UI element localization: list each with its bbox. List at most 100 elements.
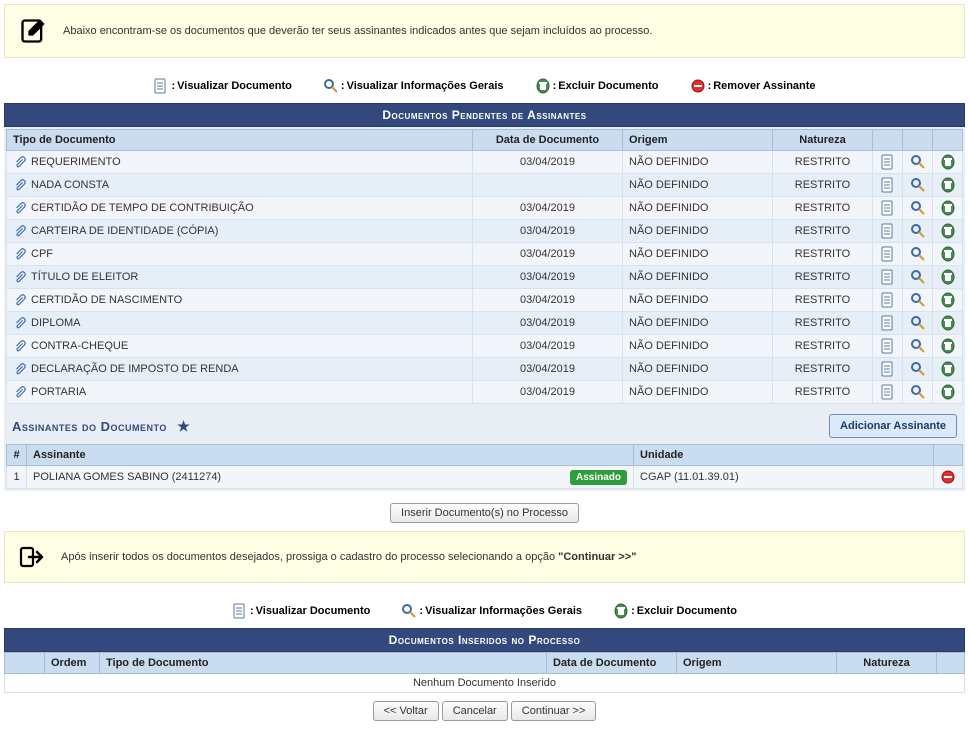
- cancel-button[interactable]: Cancelar: [442, 701, 508, 721]
- legend-remove-signer: Remover Assinante: [713, 80, 815, 92]
- view-info-action[interactable]: [910, 154, 926, 170]
- section-pending-docs-header: Documentos Pendentes de Assinantes: [4, 103, 965, 127]
- table-row: CPF 03/04/2019 NÃO DEFINIDO RESTRITO: [7, 243, 963, 266]
- cell-tipo: NADA CONSTA: [7, 174, 473, 197]
- cell-unit: CGAP (11.01.39.01): [634, 466, 934, 489]
- cell-origem: NÃO DEFINIDO: [623, 174, 773, 197]
- view-info-action[interactable]: [910, 361, 926, 377]
- col2-tipo: Tipo de Documento: [100, 653, 547, 674]
- delete-doc-action[interactable]: [940, 246, 956, 262]
- continue-button[interactable]: Continuar >>: [511, 701, 597, 721]
- empty-message: Nenhum Documento Inserido: [5, 674, 965, 693]
- table-row: CONTRA-CHEQUE 03/04/2019 NÃO DEFINIDO RE…: [7, 335, 963, 358]
- paperclip-icon: [13, 155, 27, 169]
- view-doc-action[interactable]: [880, 246, 896, 262]
- cell-tipo: DECLARAÇÃO DE IMPOSTO DE RENDA: [7, 358, 473, 381]
- cell-data: 03/04/2019: [473, 358, 623, 381]
- delete-doc-action[interactable]: [940, 223, 956, 239]
- cell-tipo: DIPLOMA: [7, 312, 473, 335]
- signers-title: Assinantes do Documento: [12, 419, 167, 434]
- cell-data: [473, 174, 623, 197]
- paperclip-icon: [13, 293, 27, 307]
- table-row: DECLARAÇÃO DE IMPOSTO DE RENDA 03/04/201…: [7, 358, 963, 381]
- cell-origem: NÃO DEFINIDO: [623, 220, 773, 243]
- table-row: NADA CONSTA NÃO DEFINIDO RESTRITO: [7, 174, 963, 197]
- col-origem: Origem: [623, 130, 773, 151]
- table-row: DIPLOMA 03/04/2019 NÃO DEFINIDO RESTRITO: [7, 312, 963, 335]
- inserted-docs-table: Ordem Tipo de Documento Data de Document…: [4, 652, 965, 693]
- cell-origem: NÃO DEFINIDO: [623, 151, 773, 174]
- cell-data: 03/04/2019: [473, 243, 623, 266]
- view-info-action[interactable]: [910, 315, 926, 331]
- add-signer-button[interactable]: Adicionar Assinante: [829, 414, 957, 438]
- col-data: Data de Documento: [473, 130, 623, 151]
- document-icon: [232, 603, 248, 619]
- info-text-top: Abaixo encontram-se os documentos que de…: [63, 25, 652, 37]
- cell-tipo: PORTARIA: [7, 381, 473, 404]
- cell-data: 03/04/2019: [473, 266, 623, 289]
- view-doc-action[interactable]: [880, 292, 896, 308]
- delete-doc-action[interactable]: [940, 200, 956, 216]
- delete-doc-action[interactable]: [940, 315, 956, 331]
- delete-doc-action[interactable]: [940, 154, 956, 170]
- cell-origem: NÃO DEFINIDO: [623, 358, 773, 381]
- delete-doc-action[interactable]: [940, 338, 956, 354]
- view-doc-action[interactable]: [880, 361, 896, 377]
- section-inserted-docs-header: Documentos Inseridos no Processo: [4, 628, 965, 652]
- bottom-button-row: << Voltar Cancelar Continuar >>: [4, 693, 965, 729]
- view-doc-action[interactable]: [880, 315, 896, 331]
- view-info-action[interactable]: [910, 177, 926, 193]
- delete-doc-action[interactable]: [940, 177, 956, 193]
- cell-natureza: RESTRITO: [773, 220, 873, 243]
- col2-data: Data de Documento: [547, 653, 677, 674]
- delete-doc-action[interactable]: [940, 384, 956, 400]
- cell-data: 03/04/2019: [473, 151, 623, 174]
- view-info-action[interactable]: [910, 338, 926, 354]
- insert-docs-button[interactable]: Inserir Documento(s) no Processo: [390, 503, 579, 523]
- view-info-action[interactable]: [910, 223, 926, 239]
- delete-doc-action[interactable]: [940, 361, 956, 377]
- back-button[interactable]: << Voltar: [373, 701, 439, 721]
- view-info-action[interactable]: [910, 269, 926, 285]
- trash-icon: [613, 603, 629, 619]
- view-doc-action[interactable]: [880, 200, 896, 216]
- required-star: ★: [173, 418, 190, 434]
- view-doc-action[interactable]: [880, 154, 896, 170]
- cell-origem: NÃO DEFINIDO: [623, 381, 773, 404]
- edit-icon: [19, 17, 47, 45]
- cell-natureza: RESTRITO: [773, 151, 873, 174]
- col-tipo: Tipo de Documento: [7, 130, 473, 151]
- document-icon: [153, 78, 169, 94]
- legend2-view-info: Visualizar Informações Gerais: [425, 605, 582, 617]
- col2-origem: Origem: [677, 653, 837, 674]
- col-unidade: Unidade: [634, 445, 934, 466]
- view-doc-action[interactable]: [880, 384, 896, 400]
- paperclip-icon: [13, 247, 27, 261]
- cell-natureza: RESTRITO: [773, 197, 873, 220]
- cell-tipo: TÍTULO DE ELEITOR: [7, 266, 473, 289]
- remove-icon: [690, 78, 706, 94]
- view-info-action[interactable]: [910, 246, 926, 262]
- table-row: REQUERIMENTO 03/04/2019 NÃO DEFINIDO RES…: [7, 151, 963, 174]
- cell-data: 03/04/2019: [473, 335, 623, 358]
- col-num: #: [7, 445, 27, 466]
- cell-signer: POLIANA GOMES SABINO (2411274) Assinado: [27, 466, 634, 489]
- view-info-action[interactable]: [910, 292, 926, 308]
- paperclip-icon: [13, 178, 27, 192]
- signed-badge: Assinado: [570, 470, 627, 485]
- delete-doc-action[interactable]: [940, 292, 956, 308]
- cell-natureza: RESTRITO: [773, 243, 873, 266]
- cell-origem: NÃO DEFINIDO: [623, 289, 773, 312]
- view-info-action[interactable]: [910, 200, 926, 216]
- cell-tipo: CERTIDÃO DE TEMPO DE CONTRIBUIÇÃO: [7, 197, 473, 220]
- remove-signer-action[interactable]: [940, 469, 956, 485]
- view-doc-action[interactable]: [880, 223, 896, 239]
- view-doc-action[interactable]: [880, 269, 896, 285]
- view-doc-action[interactable]: [880, 177, 896, 193]
- cell-origem: NÃO DEFINIDO: [623, 335, 773, 358]
- view-info-action[interactable]: [910, 384, 926, 400]
- delete-doc-action[interactable]: [940, 269, 956, 285]
- view-doc-action[interactable]: [880, 338, 896, 354]
- paperclip-icon: [13, 201, 27, 215]
- table-row: CERTIDÃO DE NASCIMENTO 03/04/2019 NÃO DE…: [7, 289, 963, 312]
